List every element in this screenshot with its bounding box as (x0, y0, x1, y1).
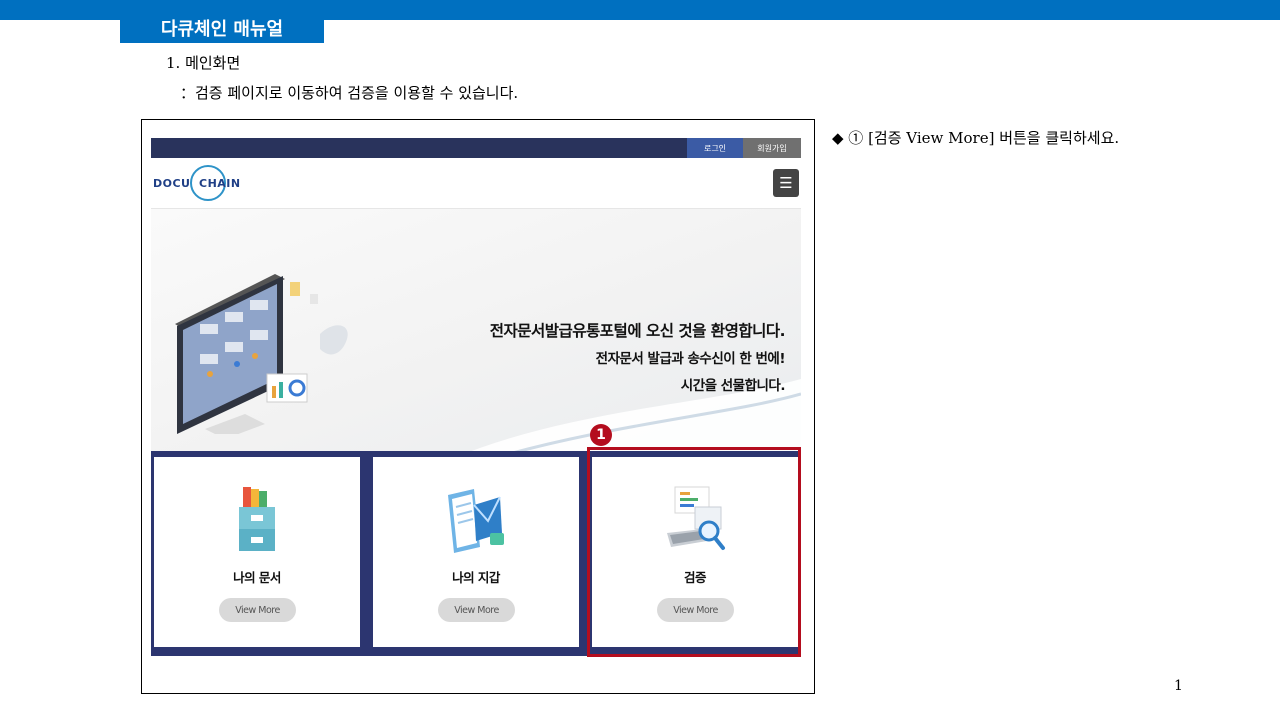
section-description: ：검증 페이지로 이동하여 검증을 이용할 수 있습니다. (180, 84, 519, 102)
hero-title: 전자문서발급유통포털에 오신 것을 환영합니다. (489, 322, 786, 340)
highlight-box-verify (587, 447, 801, 657)
section-heading: 1. 메인화면 (166, 54, 241, 72)
card-my-wallet[interactable]: 나의 지갑 View More (373, 457, 579, 647)
document-box-icon (239, 487, 275, 551)
card-my-documents[interactable]: 나의 문서 View More (154, 457, 360, 647)
instruction-text: ◆ ① [검증 View More] 버튼을 클릭하세요. (832, 129, 1120, 147)
wallet-mail-icon (448, 489, 504, 553)
logo-text-right: CHAIN (199, 177, 241, 190)
view-more-button-my-documents[interactable]: View More (219, 598, 296, 622)
manual-title: 다큐체인 매뉴얼 (120, 13, 324, 43)
card-title-my-wallet: 나의 지갑 (452, 570, 500, 585)
hero-subtitle-2: 시간을 선물합니다. (680, 378, 786, 394)
menu-icon[interactable]: ☰ (773, 169, 799, 197)
docuchain-logo[interactable]: DOCU CHAIN (153, 164, 243, 202)
view-more-button-my-wallet[interactable]: View More (438, 598, 515, 622)
hero-illustration-icon (175, 274, 348, 434)
hero-banner: 전자문서발급유통포털에 오신 것을 환영합니다. 전자문서 발급과 송수신이 한… (151, 208, 801, 458)
hero-subtitle-1: 전자문서 발급과 송수신이 한 번에! (595, 351, 786, 367)
card-title-my-documents: 나의 문서 (233, 570, 281, 585)
page-number: 1 (1174, 678, 1183, 694)
step-marker: 1 (590, 424, 612, 446)
login-button[interactable]: 로그인 (687, 138, 743, 158)
logo-text-left: DOCU (153, 177, 191, 190)
site-top-bar: 로그인 회원가입 (151, 138, 801, 158)
signup-button[interactable]: 회원가입 (743, 138, 801, 158)
